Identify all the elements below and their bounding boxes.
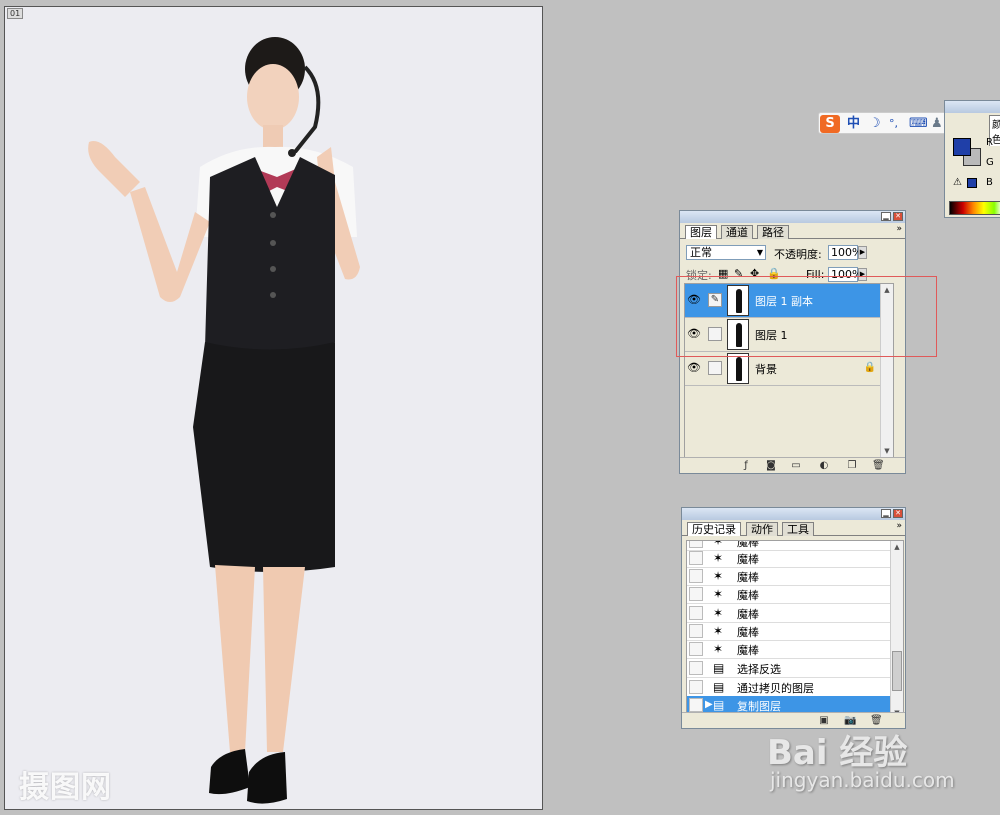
tab-history[interactable]: 历史记录	[687, 522, 741, 536]
new-group-icon[interactable]: ▭	[790, 460, 802, 472]
magic-wand-icon: ✶	[713, 569, 724, 583]
adjustment-layer-icon[interactable]: ◐	[818, 460, 830, 472]
minimize-button[interactable]: ▁	[881, 212, 891, 221]
opacity-label: 不透明度:	[774, 248, 822, 261]
history-item-label: 魔棒	[737, 644, 759, 657]
panel-menu-icon[interactable]: »	[896, 224, 902, 234]
scroll-thumb[interactable]	[892, 651, 902, 691]
baidu-url: jingyan.baidu.com	[770, 768, 955, 792]
keyboard-icon[interactable]: ⌨	[909, 115, 928, 133]
color-spectrum-bar[interactable]	[949, 201, 1000, 215]
document-canvas[interactable]: 01 摄图网	[4, 6, 543, 810]
color-label-b: B	[986, 177, 993, 188]
document-icon: ▤	[713, 680, 725, 694]
tab-paths[interactable]: 路径	[757, 225, 789, 239]
panel-menu-icon[interactable]: »	[896, 521, 902, 531]
sogou-logo-icon[interactable]: S	[820, 115, 840, 133]
layers-bottom-toolbar: ƒ ◙ ▭ ◐ ❐ 🗑	[680, 457, 905, 473]
color-label-g: G	[986, 157, 994, 168]
magic-wand-icon: ✶	[713, 540, 724, 548]
history-item[interactable]: ✶ 魔棒	[687, 567, 890, 586]
history-item[interactable]: ✶ 魔棒	[687, 585, 890, 604]
history-item-label: 选择反选	[737, 663, 781, 676]
history-item-label: 魔棒	[737, 626, 759, 639]
close-button[interactable]: ✕	[893, 212, 903, 221]
warning-icon[interactable]: ⚠	[953, 177, 962, 188]
trash-icon[interactable]: 🗑	[872, 460, 885, 472]
punctuation-icon[interactable]: °,	[889, 115, 898, 133]
history-item-label: 魔棒	[737, 571, 759, 584]
blend-mode-select[interactable]: 正常 ▼	[686, 245, 766, 260]
opacity-slider-button[interactable]: ▶	[858, 246, 867, 259]
scroll-down-icon[interactable]: ▼	[881, 445, 893, 457]
scroll-up-icon[interactable]: ▲	[891, 541, 903, 553]
layer-name[interactable]: 背景	[755, 361, 777, 377]
close-button[interactable]: ✕	[893, 509, 903, 518]
magic-wand-icon: ✶	[713, 551, 724, 565]
tab-layers[interactable]: 图层	[685, 225, 717, 239]
layer-row-background[interactable]: 👁 背景 🔒	[685, 352, 890, 386]
history-list[interactable]: ✶ 魔棒 ✶ 魔棒 ✶ 魔棒 ✶ 魔棒 ✶ 魔棒 ✶ 魔棒 ✶ 魔棒 ▤ 选择反选 ▤ 通过拷贝的…	[686, 540, 904, 720]
link-checkbox[interactable]	[708, 361, 722, 375]
minimize-button[interactable]: ▁	[881, 509, 891, 518]
layer-thumbnail	[727, 353, 749, 384]
layer-mask-icon[interactable]: ◙	[765, 460, 777, 472]
visibility-eye-icon[interactable]: 👁	[687, 361, 701, 375]
history-panel-titlebar[interactable]: ▁ ✕	[682, 508, 905, 520]
magic-wand-icon: ✶	[713, 587, 724, 601]
tab-actions[interactable]: 动作	[746, 522, 778, 536]
layers-tabs: 图层 通道 路径 »	[680, 223, 905, 239]
baidu-logo: Bai 经验	[767, 733, 908, 773]
blend-mode-value: 正常	[690, 246, 712, 259]
gamut-color-swatch[interactable]	[967, 178, 977, 188]
layers-panel-titlebar[interactable]: ▁ ✕	[680, 211, 905, 223]
history-item-label: 通过拷贝的图层	[737, 682, 814, 695]
foreground-color-swatch[interactable]	[953, 138, 971, 156]
history-panel[interactable]: ▁ ✕ 历史记录 动作 工具 » ✶ 魔棒 ✶ 魔棒 ✶ 魔棒 ✶ 魔棒 ✶ 魔棒 ✶ 魔棒…	[681, 507, 906, 729]
magic-wand-icon: ✶	[713, 624, 724, 638]
history-item[interactable]: ▤ 选择反选	[687, 659, 890, 678]
chinese-mode-icon[interactable]: 中	[847, 115, 860, 133]
history-item-label: 魔棒	[737, 589, 759, 602]
history-item-label: 魔棒	[737, 608, 759, 621]
magic-wand-icon: ✶	[713, 642, 724, 656]
history-tabs: 历史记录 动作 工具 »	[682, 520, 905, 536]
half-width-icon[interactable]: ☽	[869, 115, 881, 133]
magic-wand-icon: ✶	[713, 606, 724, 620]
history-item[interactable]: ✶ 魔棒	[687, 640, 890, 659]
history-item-label: 魔棒	[737, 553, 759, 566]
tab-tools[interactable]: 工具	[782, 522, 814, 536]
highlight-annotation	[676, 276, 937, 357]
color-panel[interactable]: 颜色 R G ⚠ B	[944, 100, 1000, 218]
user-icon[interactable]: ♟	[931, 115, 943, 133]
document-icon: ▤	[713, 661, 725, 675]
lock-icon: 🔒	[863, 362, 876, 373]
color-label-r: R	[986, 137, 993, 148]
new-layer-icon[interactable]: ❐	[846, 460, 858, 472]
history-item[interactable]: ▤ 通过拷贝的图层	[687, 678, 890, 697]
history-item[interactable]: ✶ 魔棒	[687, 622, 890, 641]
history-item[interactable]: ✶ 魔棒	[687, 604, 890, 623]
photo-figure	[88, 37, 360, 804]
tab-channels[interactable]: 通道	[721, 225, 753, 239]
history-scrollbar[interactable]: ▲ ▼	[890, 541, 903, 719]
document-icon: ▤	[713, 698, 725, 712]
history-item[interactable]: ✶ 魔棒	[687, 549, 890, 568]
color-panel-titlebar[interactable]	[945, 101, 1000, 113]
photo-watermark: 摄图网	[19, 770, 112, 805]
history-state-pointer-icon: ▶	[705, 699, 713, 710]
chevron-down-icon: ▼	[756, 248, 763, 257]
layer-style-icon[interactable]: ƒ	[740, 460, 752, 472]
opacity-input[interactable]: 100%	[828, 245, 862, 260]
